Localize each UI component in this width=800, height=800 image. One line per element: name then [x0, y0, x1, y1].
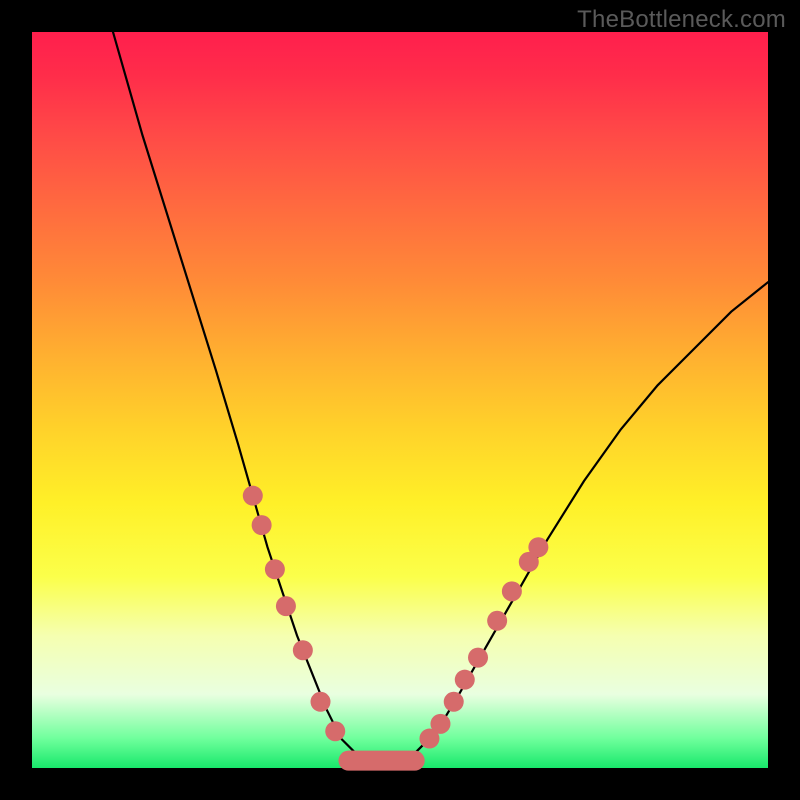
marker-left: [293, 640, 313, 660]
plot-area: [32, 32, 768, 768]
marker-left: [252, 515, 272, 535]
marker-left: [325, 721, 345, 741]
watermark-text: TheBottleneck.com: [577, 6, 786, 34]
marker-right: [468, 648, 488, 668]
marker-right: [455, 670, 475, 690]
marker-left: [276, 596, 296, 616]
bottleneck-curve: [113, 32, 768, 761]
marker-left: [265, 559, 285, 579]
marker-right: [430, 714, 450, 734]
marker-right: [487, 611, 507, 631]
marker-right: [444, 692, 464, 712]
chart-svg: [32, 32, 768, 768]
marker-left: [243, 486, 263, 506]
marker-right: [528, 537, 548, 557]
marker-right: [502, 581, 522, 601]
chart-container: TheBottleneck.com: [0, 0, 800, 800]
marker-left: [311, 692, 331, 712]
